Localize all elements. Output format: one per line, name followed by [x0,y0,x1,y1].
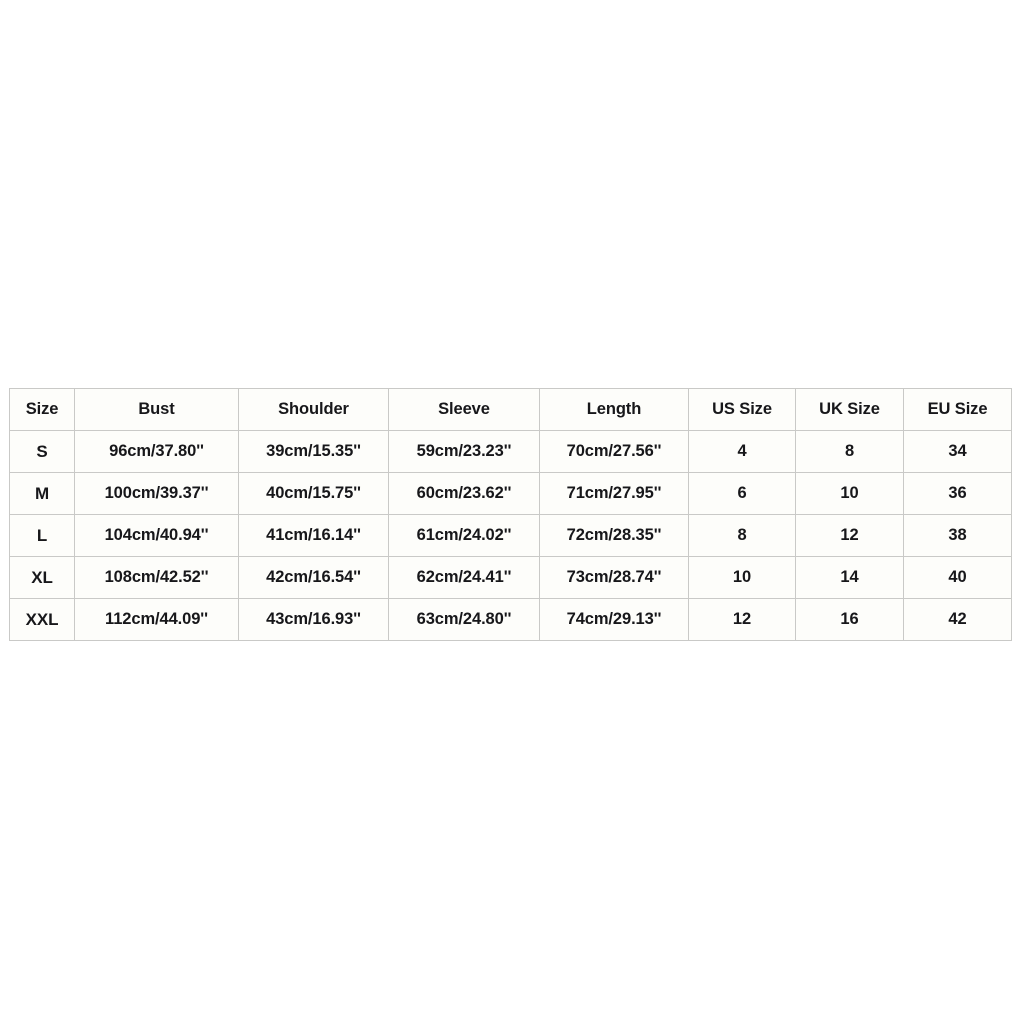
cell-sleeve: 62cm/24.41'' [388,556,540,599]
cell-us-size: 12 [688,598,796,641]
column-header-sleeve: Sleeve [388,388,540,431]
table-header-row: Size Bust Shoulder Sleeve Length US Size… [9,388,1012,431]
cell-shoulder: 43cm/16.93'' [238,598,389,641]
column-header-bust: Bust [74,388,239,431]
cell-length: 72cm/28.35'' [539,514,689,557]
cell-uk-size: 14 [795,556,904,599]
cell-sleeve: 60cm/23.62'' [388,472,540,515]
table-row: XL 108cm/42.52'' 42cm/16.54'' 62cm/24.41… [9,556,1012,599]
cell-size: XXL [9,598,75,641]
cell-us-size: 4 [688,430,796,473]
cell-size: L [9,514,75,557]
column-header-shoulder: Shoulder [238,388,389,431]
cell-eu-size: 34 [903,430,1012,473]
cell-uk-size: 8 [795,430,904,473]
cell-bust: 108cm/42.52'' [74,556,239,599]
column-header-length: Length [539,388,689,431]
cell-sleeve: 63cm/24.80'' [388,598,540,641]
cell-bust: 112cm/44.09'' [74,598,239,641]
cell-eu-size: 36 [903,472,1012,515]
cell-us-size: 6 [688,472,796,515]
cell-us-size: 8 [688,514,796,557]
cell-bust: 96cm/37.80'' [74,430,239,473]
cell-length: 71cm/27.95'' [539,472,689,515]
cell-size: M [9,472,75,515]
cell-uk-size: 16 [795,598,904,641]
size-chart-body: S 96cm/37.80'' 39cm/15.35'' 59cm/23.23''… [9,430,1012,641]
size-chart-container: Size Bust Shoulder Sleeve Length US Size… [9,388,1012,641]
cell-uk-size: 10 [795,472,904,515]
table-row: L 104cm/40.94'' 41cm/16.14'' 61cm/24.02'… [9,514,1012,557]
cell-shoulder: 41cm/16.14'' [238,514,389,557]
cell-length: 74cm/29.13'' [539,598,689,641]
cell-sleeve: 61cm/24.02'' [388,514,540,557]
table-row: M 100cm/39.37'' 40cm/15.75'' 60cm/23.62'… [9,472,1012,515]
column-header-eu-size: EU Size [903,388,1012,431]
cell-uk-size: 12 [795,514,904,557]
cell-size: S [9,430,75,473]
cell-length: 73cm/28.74'' [539,556,689,599]
cell-sleeve: 59cm/23.23'' [388,430,540,473]
size-chart-header: Size Bust Shoulder Sleeve Length US Size… [9,388,1012,431]
column-header-uk-size: UK Size [795,388,904,431]
cell-size: XL [9,556,75,599]
column-header-size: Size [9,388,75,431]
size-chart-table: Size Bust Shoulder Sleeve Length US Size… [9,388,1012,641]
cell-shoulder: 39cm/15.35'' [238,430,389,473]
cell-us-size: 10 [688,556,796,599]
page-canvas: Size Bust Shoulder Sleeve Length US Size… [0,0,1024,1024]
cell-shoulder: 40cm/15.75'' [238,472,389,515]
cell-shoulder: 42cm/16.54'' [238,556,389,599]
table-row: XXL 112cm/44.09'' 43cm/16.93'' 63cm/24.8… [9,598,1012,641]
cell-eu-size: 42 [903,598,1012,641]
cell-bust: 104cm/40.94'' [74,514,239,557]
cell-bust: 100cm/39.37'' [74,472,239,515]
column-header-us-size: US Size [688,388,796,431]
table-row: S 96cm/37.80'' 39cm/15.35'' 59cm/23.23''… [9,430,1012,473]
cell-length: 70cm/27.56'' [539,430,689,473]
cell-eu-size: 40 [903,556,1012,599]
cell-eu-size: 38 [903,514,1012,557]
